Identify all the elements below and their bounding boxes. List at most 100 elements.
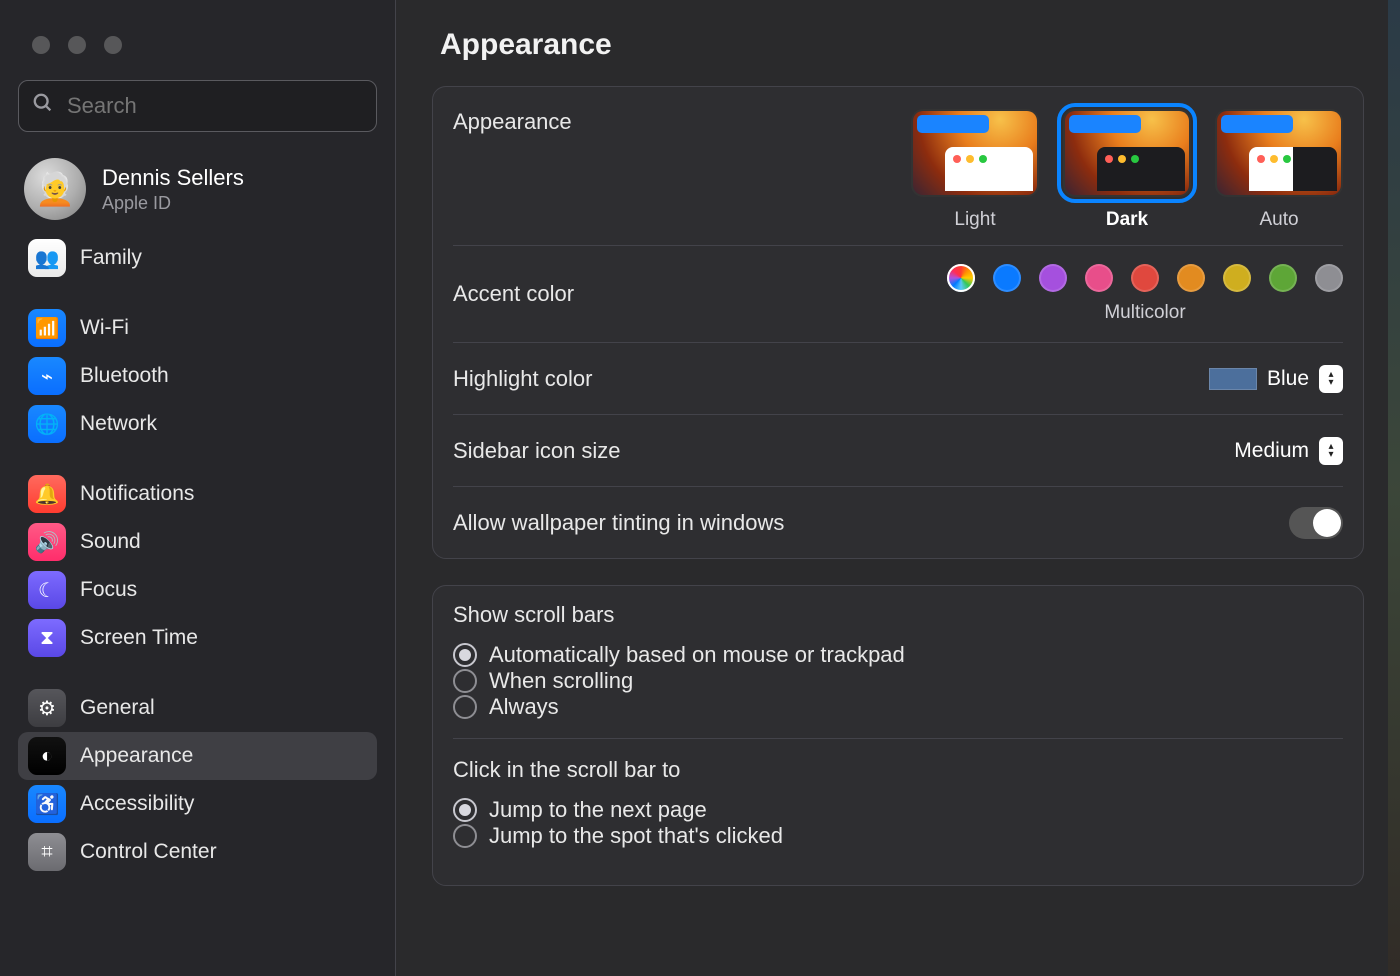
sidebar-item-label: Bluetooth (80, 364, 169, 388)
sidebar-item-label: Appearance (80, 744, 193, 768)
highlight-color-select[interactable]: Blue ▴▾ (1209, 365, 1343, 393)
row-sidebar-icon-size: Sidebar icon size Medium ▴▾ (453, 414, 1343, 486)
sidebar-item-bluetooth[interactable]: ⌁ Bluetooth (18, 352, 377, 400)
sidebar-item-wifi[interactable]: 📶 Wi-Fi (18, 304, 377, 352)
bluetooth-icon: ⌁ (28, 357, 66, 395)
radio-click-spot[interactable]: Jump to the spot that's clicked (453, 823, 1343, 849)
appearance-mode-label: Light (954, 209, 995, 231)
accent-red[interactable] (1131, 264, 1159, 292)
sidebar-icon-size-label: Sidebar icon size (453, 438, 621, 464)
screentime-icon: ⧗ (28, 619, 66, 657)
main: Appearance Appearance Light Dark Auto Acce… (396, 0, 1400, 976)
accent-dots (947, 264, 1343, 292)
focus-icon: ☾ (28, 571, 66, 609)
traffic-minimize[interactable] (68, 36, 86, 54)
sidebar-item-label: General (80, 696, 155, 720)
sidebar-item-accessibility[interactable]: ♿ Accessibility (18, 780, 377, 828)
radio-label: Jump to the next page (489, 797, 707, 823)
sound-icon: 🔊 (28, 523, 66, 561)
panel-appearance: Appearance Light Dark Auto Accent color Mu… (432, 86, 1364, 559)
sidebar-item-focus[interactable]: ☾ Focus (18, 566, 377, 614)
radio-icon (453, 798, 477, 822)
sidebar-item-sound[interactable]: 🔊 Sound (18, 518, 377, 566)
profile-name: Dennis Sellers (102, 165, 244, 191)
appearance-mode-auto[interactable]: Auto (1215, 109, 1343, 231)
toggle-knob (1313, 509, 1341, 537)
appearance-mode-light[interactable]: Light (911, 109, 1039, 231)
traffic-zoom[interactable] (104, 36, 122, 54)
accessibility-icon: ♿ (28, 785, 66, 823)
wallpaper-tinting-toggle[interactable] (1289, 507, 1343, 539)
accent-multicolor[interactable] (947, 264, 975, 292)
sidebar-list: 👥 Family 📶 Wi-Fi ⌁ Bluetooth 🌐Network 🔔 Notifica… (18, 234, 377, 876)
row-accent-color: Accent color Multicolor (453, 245, 1343, 342)
accent-green[interactable] (1269, 264, 1297, 292)
accent-orange[interactable] (1177, 264, 1205, 292)
group-show-scrollbars: Show scroll bars Automatically based on … (453, 586, 1343, 738)
row-wallpaper-tinting: Allow wallpaper tinting in windows (453, 486, 1343, 558)
accent-yellow[interactable] (1223, 264, 1251, 292)
radio-show-scroll[interactable]: When scrolling (453, 668, 1343, 694)
radio-show-auto[interactable]: Automatically based on mouse or trackpad (453, 642, 1343, 668)
radio-icon (453, 669, 477, 693)
wallpaper-tinting-label: Allow wallpaper tinting in windows (453, 510, 784, 536)
desktop-peek (1388, 0, 1400, 976)
controlcenter-icon: ⌗ (28, 833, 66, 871)
accent-graphite[interactable] (1315, 264, 1343, 292)
radio-icon (453, 824, 477, 848)
search-input[interactable] (18, 80, 377, 132)
sidebar-item-screentime[interactable]: ⧗ Screen Time (18, 614, 377, 662)
radio-icon (453, 643, 477, 667)
radio-click-next[interactable]: Jump to the next page (453, 797, 1343, 823)
sidebar-item-label: Screen Time (80, 626, 198, 650)
sidebar-item-general[interactable]: ⚙ General (18, 684, 377, 732)
group-click-scrollbar: Click in the scroll bar to Jump to the n… (453, 738, 1343, 885)
show-scrollbars-label: Show scroll bars (453, 602, 1343, 628)
accent-blue[interactable] (993, 264, 1021, 292)
appearance-mode-dark[interactable]: Dark (1063, 109, 1191, 231)
stepper-icon: ▴▾ (1319, 437, 1343, 465)
general-icon: ⚙ (28, 689, 66, 727)
sidebar-item-notifications[interactable]: 🔔 Notifications (18, 470, 377, 518)
sidebar-item-controlcenter[interactable]: ⌗ Control Center (18, 828, 377, 876)
radio-show-always[interactable]: Always (453, 694, 1343, 720)
sidebar-item-label: Control Center (80, 840, 217, 864)
sidebar-icon-size-value: Medium (1234, 439, 1309, 463)
accent-pink[interactable] (1085, 264, 1113, 292)
sidebar-item-label: Accessibility (80, 792, 194, 816)
sidebar-item-appearance[interactable]: ◐Appearance (18, 732, 377, 780)
radio-label: Automatically based on mouse or trackpad (489, 642, 905, 668)
accent-right: Multicolor (947, 264, 1343, 324)
family-icon: 👥 (28, 239, 66, 277)
radio-label: Jump to the spot that's clicked (489, 823, 783, 849)
search-wrap (18, 80, 377, 132)
traffic-lights (18, 16, 377, 80)
avatar: 🧑‍🦳 (24, 158, 86, 220)
appearance-mode-label: Auto (1259, 209, 1298, 231)
radio-label: Always (489, 694, 559, 720)
traffic-close[interactable] (32, 36, 50, 54)
row-appearance-mode: Appearance Light Dark Auto (453, 87, 1343, 245)
sidebar-item-network[interactable]: 🌐Network (18, 400, 377, 448)
accent-selected-name: Multicolor (947, 302, 1343, 324)
profile-row[interactable]: 🧑‍🦳 Dennis Sellers Apple ID (18, 150, 377, 230)
sidebar-item-family[interactable]: 👥 Family (18, 234, 377, 282)
sidebar-icon-size-select[interactable]: Medium ▴▾ (1234, 437, 1343, 465)
search-icon (32, 92, 54, 120)
sidebar-item-label: Wi-Fi (80, 316, 129, 340)
accent-purple[interactable] (1039, 264, 1067, 292)
accent-color-label: Accent color (453, 281, 574, 307)
sidebar: 🧑‍🦳 Dennis Sellers Apple ID 👥 Family 📶 Wi-F… (0, 0, 396, 976)
highlight-color-label: Highlight color (453, 366, 592, 392)
sidebar-item-label: Notifications (80, 482, 194, 506)
sidebar-item-label: Sound (80, 530, 141, 554)
sidebar-item-label: Family (80, 246, 142, 270)
sidebar-item-label: Focus (80, 578, 137, 602)
appearance-mode-label: Appearance (453, 109, 572, 135)
appearance-mode-label: Dark (1106, 209, 1148, 231)
sidebar-item-label: Network (80, 412, 157, 436)
notifications-icon: 🔔 (28, 475, 66, 513)
wifi-icon: 📶 (28, 309, 66, 347)
panel-scrollbars: Show scroll bars Automatically based on … (432, 585, 1364, 886)
profile-sub: Apple ID (102, 193, 244, 214)
